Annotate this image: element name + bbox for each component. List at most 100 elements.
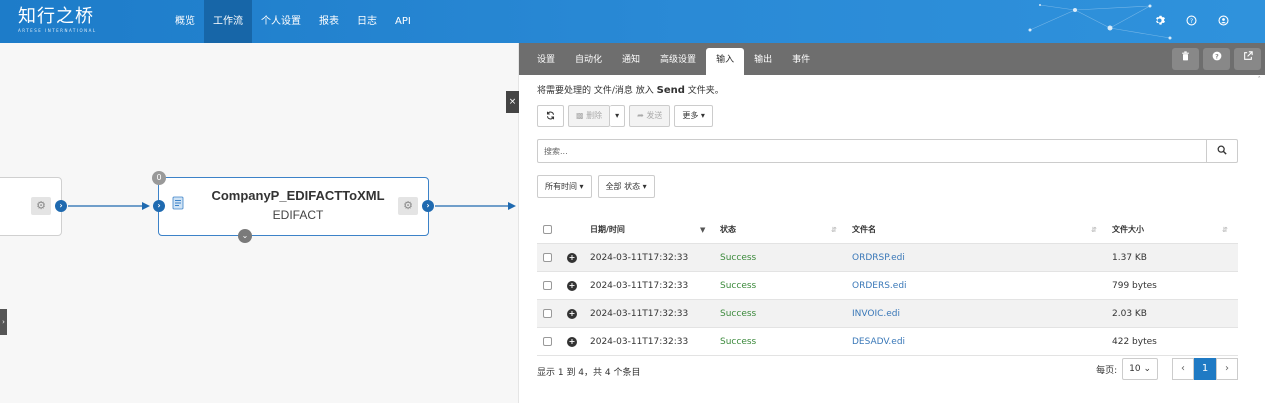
- table-row[interactable]: + 2024-03-11T17:32:33 Success ORDRSP.edi…: [537, 244, 1238, 272]
- table-row[interactable]: + 2024-03-11T17:32:33 Success DESADV.edi…: [537, 328, 1238, 356]
- column-header-status[interactable]: 状态: [720, 216, 736, 244]
- row-filesize: 422 bytes: [1112, 337, 1157, 347]
- delete-dropdown-button[interactable]: ▾: [610, 105, 626, 127]
- tab-automation[interactable]: 自动化: [565, 48, 612, 76]
- nav-item-logs[interactable]: 日志: [348, 0, 386, 43]
- panel-tabbar: 设置 自动化 通知 高级设置 输入 输出 事件 ?: [519, 43, 1265, 76]
- connector-panel: 设置 自动化 通知 高级设置 输入 输出 事件 ? ˆ 将需要处理的 文件/消息…: [519, 43, 1265, 403]
- row-checkbox[interactable]: [543, 244, 552, 272]
- sort-icon[interactable]: ⇵: [1091, 216, 1097, 244]
- node-settings-icon[interactable]: ⚙: [31, 197, 51, 215]
- per-page-select[interactable]: 10 ⌄: [1122, 358, 1158, 380]
- table-row[interactable]: + 2024-03-11T17:32:33 Success ORDERS.edi…: [537, 272, 1238, 300]
- svg-text:?: ?: [1189, 17, 1192, 24]
- delete-button-group: ▩ 删除 ▾: [568, 105, 626, 127]
- output-port-icon[interactable]: ›: [422, 200, 434, 212]
- nav-item-api[interactable]: API: [386, 0, 420, 43]
- search-input[interactable]: [537, 139, 1207, 163]
- trash-icon[interactable]: [1172, 48, 1199, 70]
- panel-tabs: 设置 自动化 通知 高级设置 输入 输出 事件: [527, 43, 820, 76]
- more-button[interactable]: 更多 ▾: [674, 105, 713, 127]
- row-status: Success: [720, 309, 757, 319]
- prev-page-button[interactable]: ‹: [1172, 358, 1194, 380]
- files-table: 日期/时间 ▼ 状态 ⇵ 文件名 ⇵ 文件大小 ⇵ + 2024-03-11T1…: [537, 216, 1238, 356]
- top-bar: 知行之桥 ARTESE INTERNATIONAL 概览 工作流 个人设置 报表…: [0, 0, 1265, 43]
- expand-sidebar-icon[interactable]: ›: [0, 309, 7, 335]
- time-filter-dropdown[interactable]: 所有时间 ▾: [537, 175, 592, 198]
- brand-logo[interactable]: 知行之桥 ARTESE INTERNATIONAL: [18, 6, 98, 36]
- external-link-icon[interactable]: [1234, 48, 1261, 70]
- next-page-button[interactable]: ›: [1216, 358, 1238, 380]
- refresh-button[interactable]: [537, 105, 564, 127]
- nav-item-profile[interactable]: 个人设置: [252, 0, 310, 43]
- tab-advanced[interactable]: 高级设置: [650, 48, 706, 76]
- column-header-filesize[interactable]: 文件大小: [1112, 216, 1144, 244]
- trash-icon: ▩: [576, 111, 584, 120]
- status-filter-dropdown[interactable]: 全部 状态 ▾: [597, 175, 655, 198]
- select-all-checkbox[interactable]: [543, 216, 552, 244]
- tab-output[interactable]: 输出: [744, 48, 782, 76]
- expand-row-icon[interactable]: +: [567, 272, 577, 300]
- row-filename-link[interactable]: INVOIC.edi: [852, 300, 900, 328]
- nav-item-reports[interactable]: 报表: [310, 0, 348, 43]
- gear-icon[interactable]: [1143, 15, 1175, 29]
- sort-icon[interactable]: ⇵: [1222, 216, 1228, 244]
- top-icon-group: ?: [1143, 0, 1239, 43]
- user-icon[interactable]: [1207, 14, 1239, 29]
- row-date: 2024-03-11T17:32:33: [590, 309, 689, 319]
- row-checkbox[interactable]: [543, 328, 552, 356]
- connector-node[interactable]: › CompanyP_EDIFACTToXML EDIFACT ⚙ ›: [153, 177, 434, 236]
- delete-button[interactable]: ▩ 删除: [568, 105, 611, 127]
- message-count-badge: 0: [152, 171, 166, 185]
- column-header-date[interactable]: 日期/时间: [590, 216, 625, 244]
- workflow-canvas[interactable]: ⚙ › › CompanyP_EDIFACTToXML EDIFACT ⚙ › …: [0, 43, 519, 403]
- close-panel-icon[interactable]: ×: [506, 91, 519, 113]
- expand-row-icon[interactable]: +: [567, 300, 577, 328]
- refresh-icon: [546, 111, 555, 120]
- tab-alerts[interactable]: 通知: [612, 48, 650, 76]
- upstream-node[interactable]: ⚙ ›: [0, 177, 67, 236]
- tab-settings[interactable]: 设置: [527, 48, 565, 76]
- sort-icon[interactable]: ⇵: [831, 216, 837, 244]
- output-port-icon[interactable]: ›: [55, 200, 67, 212]
- row-filename-link[interactable]: ORDERS.edi: [852, 272, 907, 300]
- row-date: 2024-03-11T17:32:33: [590, 281, 689, 291]
- row-filename-link[interactable]: ORDRSP.edi: [852, 244, 905, 272]
- expand-row-icon[interactable]: +: [567, 328, 577, 356]
- page-button[interactable]: 1: [1194, 358, 1216, 380]
- chevron-right-icon: ›: [1225, 363, 1229, 374]
- tab-input[interactable]: 输入: [706, 48, 745, 76]
- row-date: 2024-03-11T17:32:33: [590, 337, 689, 347]
- row-filesize: 799 bytes: [1112, 281, 1157, 291]
- column-header-filename[interactable]: 文件名: [852, 216, 876, 244]
- node-settings-icon[interactable]: ⚙: [398, 197, 418, 215]
- sort-desc-icon[interactable]: ▼: [700, 216, 705, 244]
- table-header: 日期/时间 ▼ 状态 ⇵ 文件名 ⇵ 文件大小 ⇵: [537, 216, 1238, 244]
- send-label: 发送: [646, 111, 663, 120]
- chevron-down-icon[interactable]: ⌄: [238, 229, 252, 243]
- pagination: 每页: 10 ⌄ ‹ 1 ›: [1096, 358, 1238, 380]
- main-nav: 概览 工作流 个人设置 报表 日志 API: [166, 0, 420, 43]
- send-button[interactable]: ➦ 发送: [629, 105, 671, 127]
- caret-down-icon: ▾: [700, 111, 705, 120]
- scroll-up-icon[interactable]: ˆ: [1258, 76, 1262, 84]
- expand-row-icon[interactable]: +: [567, 244, 577, 272]
- search-icon: [1217, 145, 1227, 155]
- row-filesize: 1.37 KB: [1112, 253, 1147, 263]
- row-filename-link[interactable]: DESADV.edi: [852, 328, 905, 356]
- table-row[interactable]: + 2024-03-11T17:32:33 Success INVOIC.edi…: [537, 300, 1238, 328]
- search-button[interactable]: [1207, 139, 1238, 163]
- help-icon[interactable]: ?: [1203, 48, 1230, 70]
- per-page-value: 10: [1129, 364, 1141, 374]
- help-icon[interactable]: ?: [1175, 14, 1207, 29]
- info-prefix: 将需要处理的 文件/消息 放入: [537, 86, 657, 96]
- nav-item-overview[interactable]: 概览: [166, 0, 204, 43]
- tab-events[interactable]: 事件: [782, 48, 820, 76]
- file-toolbar: ▩ 删除 ▾ ➦ 发送 更多 ▾: [537, 105, 717, 127]
- row-date: 2024-03-11T17:32:33: [590, 253, 689, 263]
- caret-down-icon: ▾: [615, 111, 620, 120]
- row-checkbox[interactable]: [543, 300, 552, 328]
- nav-item-workflow[interactable]: 工作流: [204, 0, 252, 43]
- row-checkbox[interactable]: [543, 272, 552, 300]
- node-subtitle: EDIFACT: [272, 208, 324, 222]
